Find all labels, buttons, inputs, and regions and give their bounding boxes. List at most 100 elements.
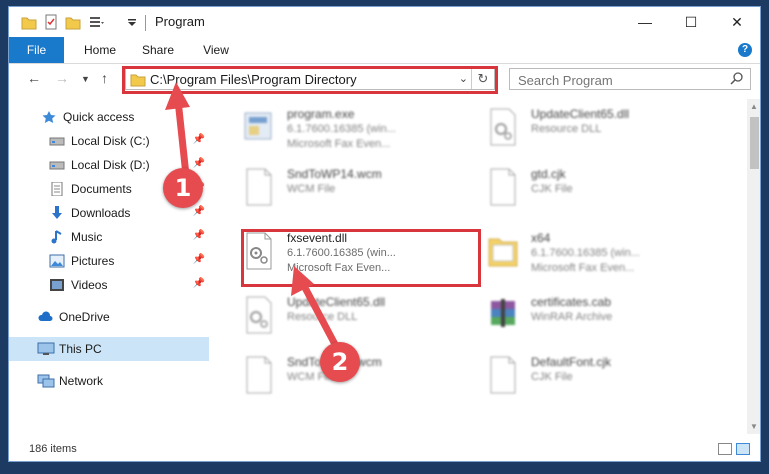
- scroll-down-icon[interactable]: ▼: [750, 422, 758, 431]
- address-row: ← → ▼ ↑ C:\Program Files\Program Directo…: [9, 64, 760, 94]
- pin-icon[interactable]: 📌: [193, 206, 205, 217]
- folder-icon: [21, 17, 37, 30]
- sidebar-item-label: Quick access: [63, 110, 135, 124]
- pin-icon[interactable]: 📌: [193, 278, 205, 289]
- vertical-scrollbar[interactable]: ▲ ▼: [747, 99, 760, 434]
- file-icon: [246, 168, 272, 206]
- pin-icon[interactable]: 📌: [193, 134, 205, 145]
- sidebar-item-label: OneDrive: [59, 310, 110, 324]
- new-folder-icon[interactable]: [65, 14, 81, 30]
- item-count: 186 items: [29, 443, 77, 455]
- dll-icon: [490, 108, 516, 146]
- file-item[interactable]: DefaultFont.cjk CJK File: [479, 351, 709, 411]
- tab-view[interactable]: View: [193, 37, 239, 63]
- chevron-down-icon[interactable]: [127, 19, 137, 27]
- videos-icon: [49, 278, 65, 292]
- close-button[interactable]: ✕: [714, 7, 760, 37]
- tab-file[interactable]: File: [9, 37, 64, 63]
- star-icon: [41, 110, 57, 124]
- file-name: UpdateClient65.dll: [287, 295, 386, 309]
- documents-icon: [49, 181, 65, 197]
- file-list: program.exe 6.1.7600.16385 (win... Micro…: [219, 99, 744, 434]
- back-arrow-icon[interactable]: ←: [27, 70, 41, 86]
- search-box[interactable]: [509, 68, 751, 90]
- file-item[interactable]: SndToWP14.wcm WCM File: [235, 163, 465, 223]
- up-arrow-icon[interactable]: ↑: [101, 70, 108, 86]
- download-icon: [49, 206, 65, 220]
- cloud-icon: [37, 310, 53, 324]
- file-version: 6.1.7600.16385 (win...: [531, 247, 640, 259]
- annotation-badge-1: 1: [163, 168, 203, 208]
- navigation-pane: Quick access Local Disk (C:) 📌 Local Dis…: [9, 99, 209, 439]
- title-separator: [145, 15, 146, 31]
- file-item[interactable]: program.exe 6.1.7600.16385 (win... Micro…: [235, 103, 465, 163]
- file-type: CJK File: [531, 183, 573, 195]
- pictures-icon: [49, 254, 65, 268]
- file-name: gtd.cjk: [531, 167, 566, 181]
- sidebar-item-label: Downloads: [71, 206, 131, 220]
- drive-icon: [49, 134, 65, 148]
- file-type: Resource DLL: [287, 311, 358, 323]
- file-name: x64: [531, 231, 551, 245]
- file-type: CJK File: [531, 371, 573, 383]
- details-view-icon[interactable]: [718, 443, 732, 455]
- file-item[interactable]: UpdateClient65.dll Resource DLL: [235, 291, 465, 351]
- drive-icon: [49, 158, 65, 172]
- forward-arrow-icon[interactable]: →: [55, 70, 69, 86]
- folder-icon: [488, 238, 518, 267]
- file-name: certificates.cab: [531, 295, 612, 309]
- address-highlight-box: [122, 66, 498, 94]
- sidebar-item-label: Videos: [71, 278, 108, 292]
- scroll-up-icon[interactable]: ▲: [750, 102, 758, 111]
- file-highlight-box: [241, 229, 481, 287]
- sidebar-item-videos[interactable]: Videos 📌: [9, 273, 209, 297]
- file-name: program.exe: [287, 107, 355, 121]
- pin-icon[interactable]: 📌: [193, 158, 205, 169]
- window-title: Program: [155, 14, 205, 29]
- sidebar-item-pictures[interactable]: Pictures 📌: [9, 249, 209, 273]
- file-name: DefaultFont.cjk: [531, 355, 612, 369]
- file-type: Resource DLL: [531, 123, 602, 135]
- minimize-button[interactable]: —: [622, 7, 668, 37]
- computer-icon: [37, 342, 55, 356]
- sidebar-item-local-disk-c[interactable]: Local Disk (C:) 📌: [9, 129, 209, 153]
- view-toggle: [718, 443, 750, 455]
- network-icon: [37, 374, 55, 388]
- pin-icon[interactable]: 📌: [193, 230, 205, 241]
- sidebar-item-this-pc[interactable]: This PC: [9, 337, 209, 361]
- file-item[interactable]: UpdateClient65.dll Resource DLL: [479, 103, 709, 163]
- file-version: 6.1.7600.16385 (win...: [287, 123, 396, 135]
- sidebar-item-label: Local Disk (D:): [71, 158, 150, 172]
- tiles-view-icon[interactable]: [736, 443, 750, 455]
- explorer-window: Program — ☐ ✕ File Home Share View ? ← →…: [8, 6, 761, 462]
- sidebar-item-label: This PC: [59, 342, 102, 356]
- file-name: SndToWP14.wcm: [287, 167, 382, 181]
- tab-share[interactable]: Share: [135, 37, 181, 63]
- file-item[interactable]: certificates.cab WinRAR Archive: [479, 291, 709, 351]
- scrollbar-thumb[interactable]: [750, 117, 759, 169]
- help-icon[interactable]: ?: [738, 43, 752, 57]
- file-item[interactable]: gtd.cjk CJK File: [479, 163, 709, 223]
- pin-icon[interactable]: 📌: [193, 254, 205, 265]
- annotation-badge-2: 2: [320, 342, 360, 382]
- sidebar-item-quick-access[interactable]: Quick access: [9, 105, 209, 129]
- file-type: WCM File: [287, 183, 336, 195]
- search-icon[interactable]: [730, 71, 744, 85]
- sidebar-item-music[interactable]: Music 📌: [9, 225, 209, 249]
- title-bar: Program — ☐ ✕: [9, 7, 760, 37]
- tab-home[interactable]: Home: [77, 37, 123, 63]
- customize-toolbar-icon[interactable]: [89, 14, 105, 30]
- search-input[interactable]: [516, 71, 720, 89]
- file-icon: [490, 356, 516, 394]
- recent-locations-icon[interactable]: ▼: [81, 74, 90, 84]
- maximize-button[interactable]: ☐: [668, 7, 714, 37]
- file-icon: [246, 356, 272, 394]
- sidebar-item-label: Network: [59, 374, 104, 388]
- sidebar-item-network[interactable]: Network: [9, 369, 209, 393]
- sidebar-item-onedrive[interactable]: OneDrive: [9, 305, 209, 329]
- file-item[interactable]: x64 6.1.7600.16385 (win... Microsoft Fax…: [479, 227, 709, 287]
- properties-icon[interactable]: [45, 14, 57, 30]
- sidebar-item-label: Music: [71, 230, 103, 244]
- sidebar-item-label: Pictures: [71, 254, 115, 268]
- exe-icon: [244, 112, 272, 140]
